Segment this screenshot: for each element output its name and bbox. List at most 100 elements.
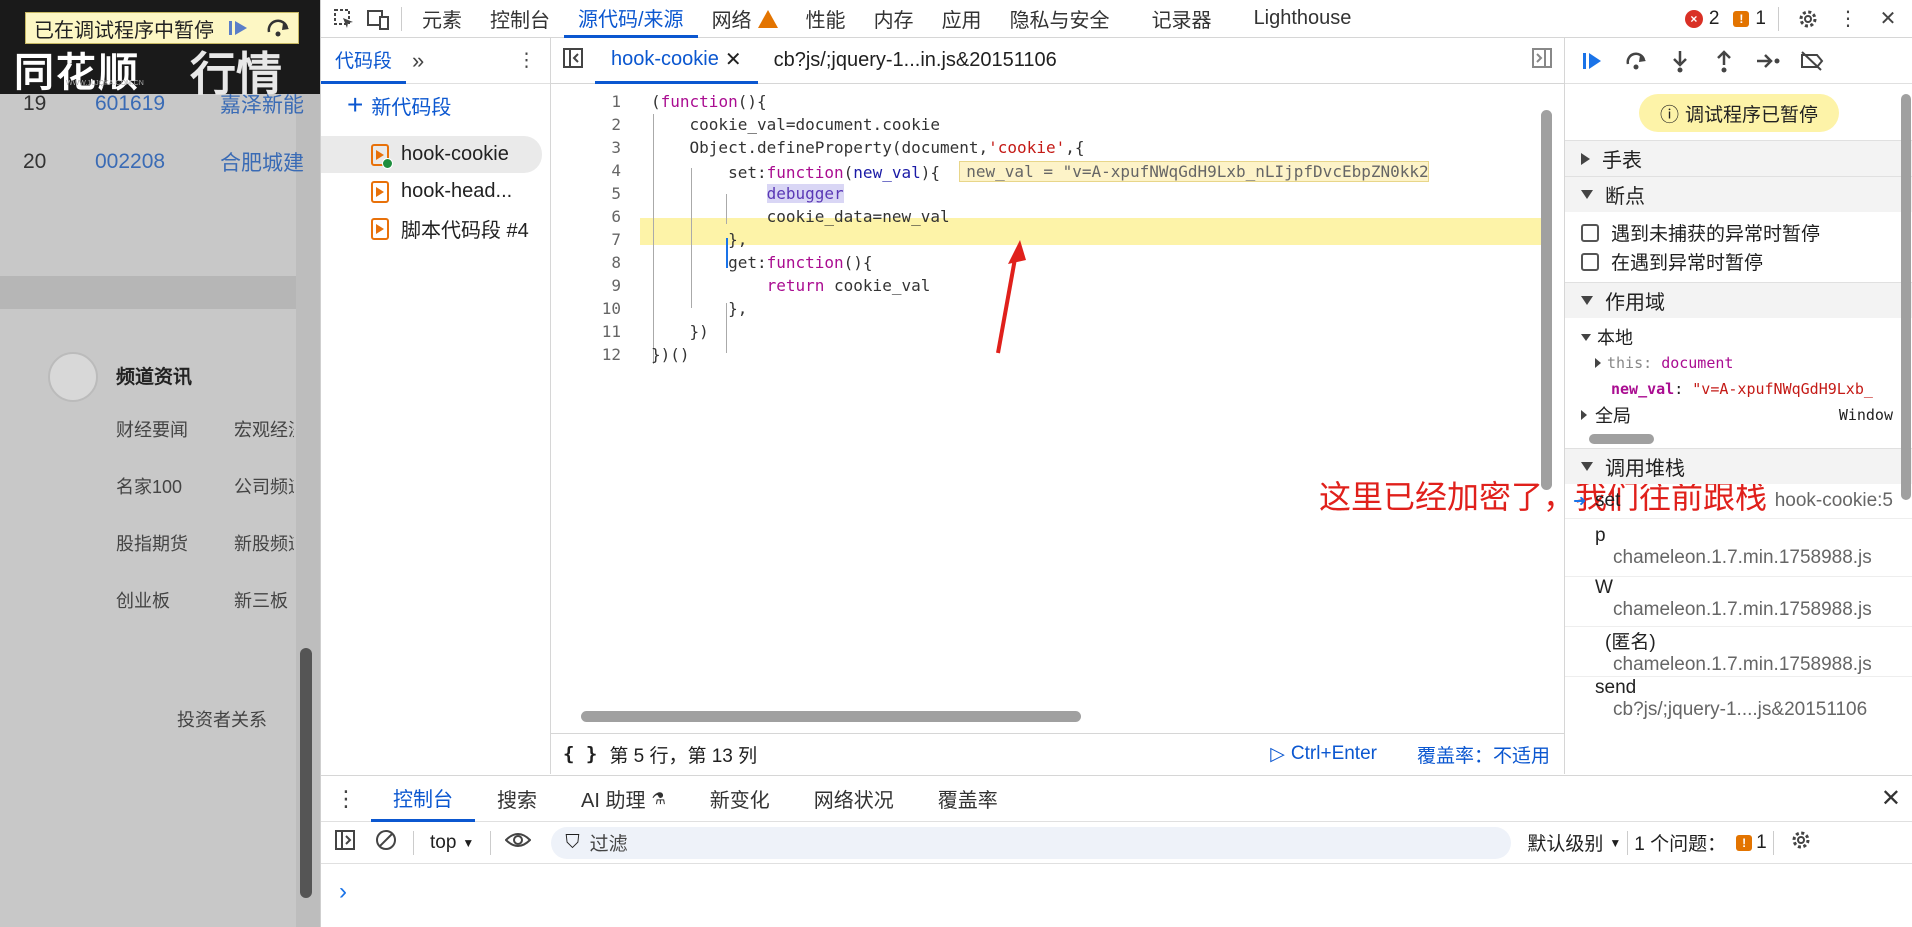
- channel-link[interactable]: 新三板: [234, 587, 288, 613]
- stock-name[interactable]: 嘉泽新能: [220, 89, 304, 119]
- channel-link[interactable]: 创业板: [116, 587, 170, 613]
- investor-relations-link[interactable]: 投资者关系: [177, 706, 267, 732]
- code-line[interactable]: get:function(){: [651, 253, 873, 272]
- live-expression-eye-icon[interactable]: [497, 831, 539, 855]
- issues-counter[interactable]: 1 个问题：! 1: [1634, 829, 1766, 856]
- inspect-element-icon[interactable]: [327, 0, 361, 38]
- pause-uncaught-checkbox[interactable]: 遇到未捕获的异常时暂停: [1565, 218, 1912, 247]
- tab-snippets[interactable]: 代码段: [321, 38, 407, 84]
- checkbox[interactable]: [1581, 223, 1599, 242]
- call-frame[interactable]: send cb?js/;jquery-1....js&20151106: [1565, 676, 1912, 726]
- step-out-icon[interactable]: [1705, 42, 1743, 80]
- channel-link[interactable]: 名家100: [116, 473, 182, 499]
- editor-tab-jquery[interactable]: cb?js/;jquery-1...in.js&20151106: [758, 38, 1073, 84]
- stock-code[interactable]: 002208: [95, 150, 220, 174]
- code-line[interactable]: cookie_data=new_val: [651, 207, 950, 226]
- line-number[interactable]: 9: [551, 276, 621, 295]
- tab-console[interactable]: 控制台: [476, 0, 564, 38]
- section-breakpoints[interactable]: 断点: [1565, 176, 1912, 212]
- editor-tab-hook-cookie[interactable]: hook-cookie ✕: [595, 38, 758, 84]
- scrollbar-thumb[interactable]: [1589, 434, 1654, 444]
- editor-vertical-scrollbar[interactable]: [1539, 88, 1553, 693]
- toggle-navigator-icon[interactable]: [551, 47, 595, 74]
- code-line[interactable]: return cookie_val: [651, 276, 931, 295]
- more-tabs-chevron-icon[interactable]: »: [406, 48, 430, 74]
- scrollbar-thumb[interactable]: [581, 711, 1081, 722]
- snippet-item[interactable]: hook-head...: [321, 173, 550, 210]
- deactivate-breakpoints-icon[interactable]: [1793, 42, 1831, 80]
- code-line[interactable]: debugger: [651, 184, 844, 203]
- error-icon[interactable]: ×: [1684, 9, 1703, 28]
- channel-link[interactable]: 财经要闻: [116, 416, 188, 442]
- line-number[interactable]: 1: [551, 92, 621, 111]
- drawer-tab-coverage[interactable]: 覆盖率: [916, 776, 1020, 822]
- sidebar-scrollbar-thumb[interactable]: [1901, 94, 1911, 500]
- snippet-item[interactable]: 脚本代码段 #4: [321, 210, 550, 247]
- drawer-tab-whats-new[interactable]: 新变化: [688, 776, 792, 822]
- close-tab-icon[interactable]: ✕: [725, 47, 742, 72]
- scope-new-val[interactable]: new_val: "v=A-xpufNWqGdH9Lxb_: [1565, 376, 1912, 402]
- call-frame[interactable]: p chameleon.1.7.min.1758988.js: [1565, 518, 1912, 576]
- tab-memory[interactable]: 内存: [860, 0, 928, 38]
- section-watch[interactable]: 手表: [1565, 140, 1912, 176]
- drawer-tab-network-conditions[interactable]: 网络状况: [792, 776, 916, 822]
- tab-performance[interactable]: 性能: [792, 0, 860, 38]
- close-drawer-icon[interactable]: ✕: [1881, 784, 1912, 813]
- channel-link[interactable]: 股指期货: [116, 530, 188, 556]
- stock-row[interactable]: 20 002208 合肥城建: [0, 133, 320, 191]
- call-frame[interactable]: (匿名) chameleon.1.7.min.1758988.js: [1565, 626, 1912, 676]
- line-number[interactable]: 4: [551, 161, 621, 180]
- line-number[interactable]: 12: [551, 345, 621, 364]
- step-icon[interactable]: [1749, 42, 1787, 80]
- snippet-item[interactable]: hook-cookie: [321, 136, 542, 173]
- device-toolbar-icon[interactable]: [361, 0, 395, 38]
- tab-network[interactable]: 网络: [698, 0, 792, 38]
- channel-link[interactable]: 宏观经济: [234, 416, 294, 442]
- code-line[interactable]: },: [651, 230, 747, 249]
- close-devtools-icon[interactable]: ✕: [1871, 0, 1905, 38]
- console-sidebar-icon[interactable]: [321, 829, 365, 856]
- pretty-print-icon[interactable]: { }: [551, 743, 609, 765]
- stock-code[interactable]: 601619: [95, 92, 220, 116]
- tab-privacy-security[interactable]: 隐私与安全: [996, 0, 1124, 38]
- line-number[interactable]: 2: [551, 115, 621, 134]
- coverage-status[interactable]: 覆盖率：不适用: [1417, 741, 1564, 768]
- tab-elements[interactable]: 元素: [408, 0, 476, 38]
- code-line[interactable]: Object.defineProperty(document,'cookie',…: [651, 138, 1085, 157]
- editor-horizontal-scrollbar[interactable]: [561, 706, 1554, 726]
- run-snippet-button[interactable]: ▷ Ctrl+Enter: [1270, 743, 1377, 766]
- channel-link[interactable]: 新股频道: [234, 530, 294, 556]
- tab-application[interactable]: 应用: [928, 0, 996, 38]
- channel-link[interactable]: 公司频道: [234, 473, 294, 499]
- line-number[interactable]: 5: [551, 184, 621, 203]
- checkbox[interactable]: [1581, 252, 1599, 271]
- call-frame-current[interactable]: ➜ set hook-cookie:5: [1565, 484, 1912, 518]
- line-number[interactable]: 3: [551, 138, 621, 157]
- drawer-tab-search[interactable]: 搜索: [475, 776, 559, 822]
- stock-name[interactable]: 合肥城建: [220, 147, 304, 177]
- log-level-dropdown[interactable]: 默认级别 ▼: [1527, 829, 1621, 856]
- drawer-tab-console[interactable]: 控制台: [371, 776, 475, 822]
- code-view[interactable]: 1 2 3 4 5 6 7 8 9 10 11 12 (function(){ …: [551, 88, 1551, 658]
- line-number[interactable]: 7: [551, 230, 621, 249]
- scope-this[interactable]: this: document: [1565, 350, 1912, 376]
- context-selector[interactable]: top ▼: [420, 832, 484, 854]
- clear-console-icon[interactable]: [365, 829, 407, 857]
- drawer-tab-ai-assistant[interactable]: AI 助理 ⚗: [559, 776, 688, 822]
- navigator-menu-icon[interactable]: ⋮: [517, 49, 550, 72]
- code-line[interactable]: cookie_val=document.cookie: [651, 115, 940, 134]
- code-line[interactable]: set:function(new_val){ new_val = "v=A-xp…: [651, 161, 1430, 182]
- pause-caught-checkbox[interactable]: 在遇到异常时暂停: [1565, 247, 1912, 276]
- line-number[interactable]: 6: [551, 207, 621, 226]
- step-over-button[interactable]: [264, 15, 294, 41]
- line-number[interactable]: 8: [551, 253, 621, 272]
- call-frame[interactable]: Wchameleon.1.7.min.1758988.js: [1565, 576, 1912, 626]
- error-count[interactable]: 2: [1709, 8, 1720, 30]
- toggle-debugger-icon[interactable]: [1532, 47, 1564, 74]
- drawer-menu-icon[interactable]: ⋮: [321, 786, 371, 812]
- resume-icon[interactable]: [1573, 42, 1611, 80]
- tab-recorder[interactable]: 记录器: [1138, 0, 1226, 38]
- new-snippet-button[interactable]: + 新代码段: [321, 84, 550, 126]
- section-callstack[interactable]: 调用堆栈: [1565, 448, 1912, 484]
- code-line[interactable]: (function(){: [651, 92, 767, 111]
